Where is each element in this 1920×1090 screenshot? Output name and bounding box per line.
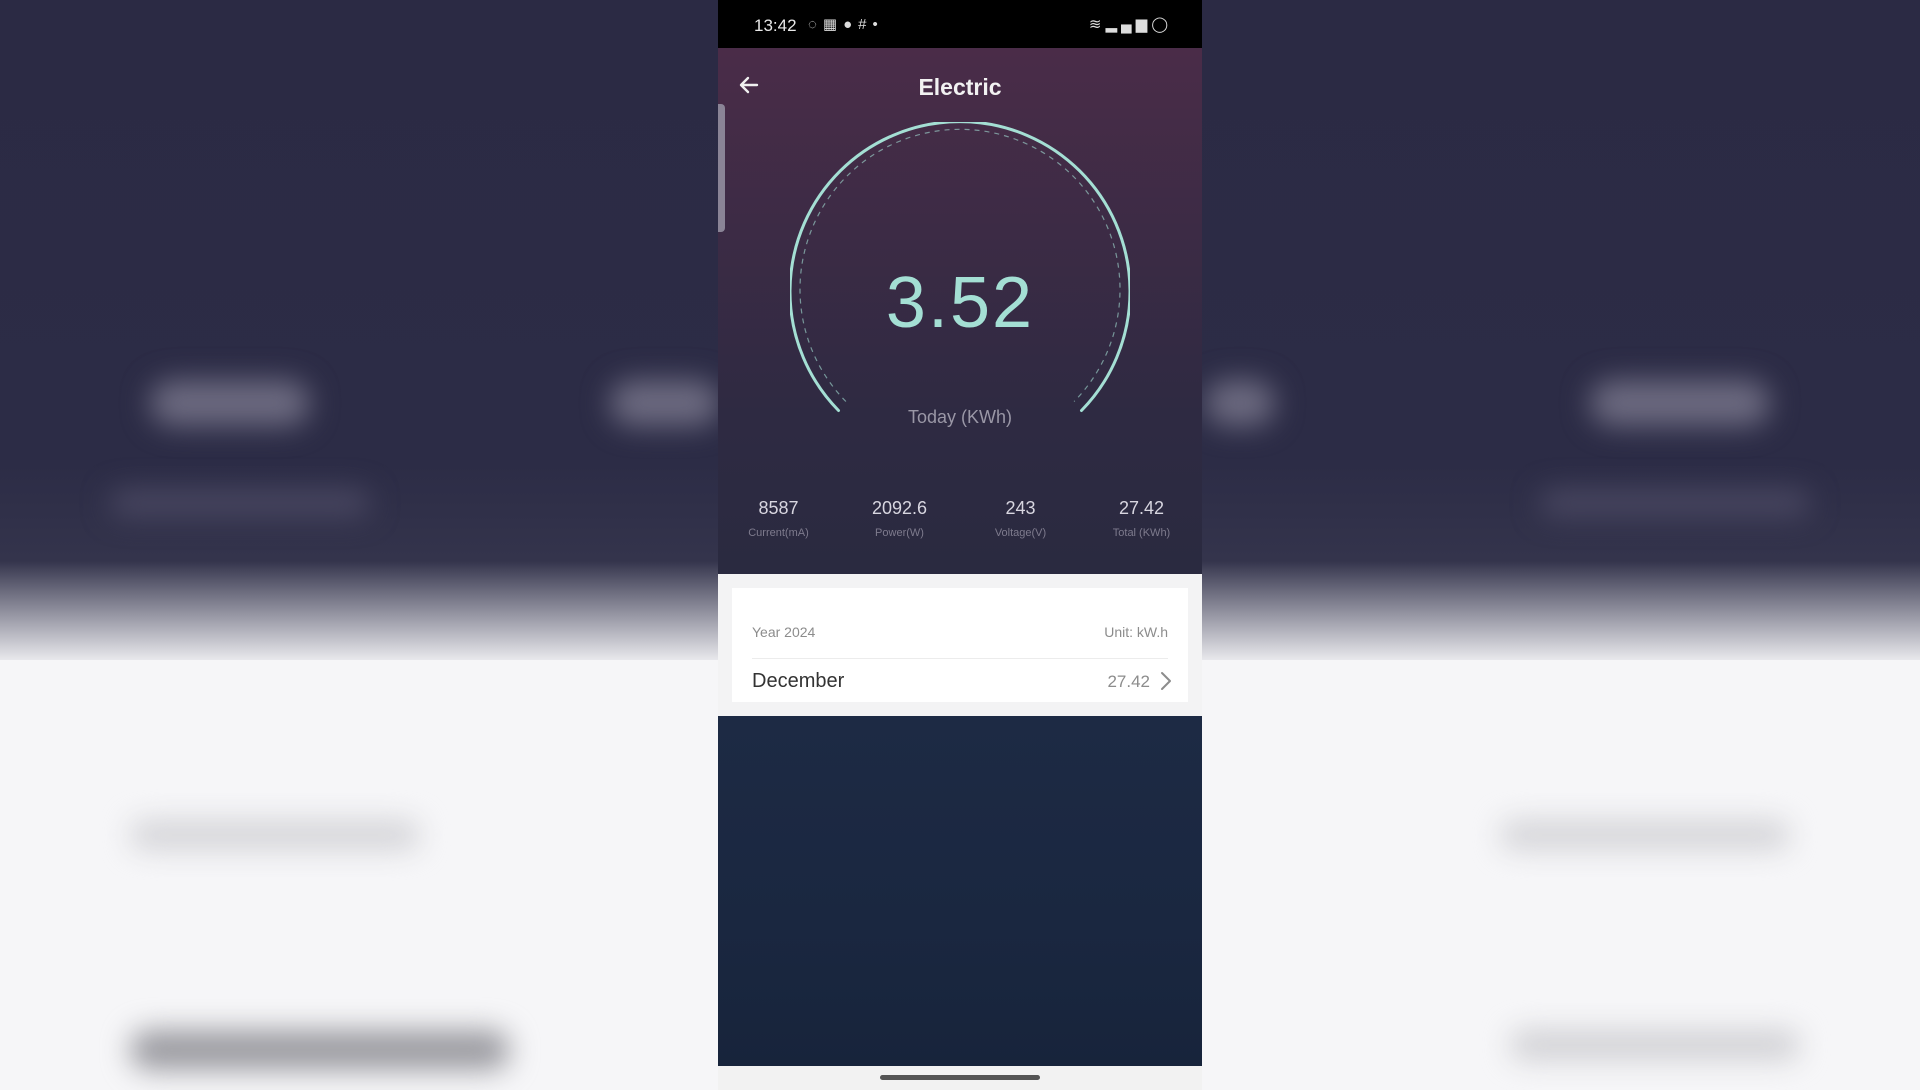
stat-label: Current(mA) (748, 527, 809, 539)
stat-current: 8587 Current(mA) (718, 498, 839, 539)
stat-value: 243 (1005, 498, 1036, 518)
gesture-nav-bar (718, 1066, 1202, 1090)
month-name: December (752, 670, 845, 692)
stat-label: Voltage(V) (994, 527, 1047, 539)
month-value: 27.42 (1107, 672, 1150, 691)
phone-screen: 13:42 ◌▦●#• ≋▂▄▆◯ Electric 3.52 Today (K… (718, 0, 1202, 1090)
background-blob (610, 380, 720, 426)
unit-label: Unit: kW.h (1104, 624, 1168, 640)
stat-value: 8587 (758, 498, 799, 518)
background-blob (1540, 490, 1810, 516)
year-label: Year 2024 (752, 624, 816, 640)
chevron-right-icon (1161, 672, 1171, 690)
background-blob (130, 820, 420, 850)
notification-icons: ◌▦●#• (808, 15, 884, 33)
background-blob (1500, 820, 1790, 850)
slack-icon: # (858, 16, 873, 33)
whatsapp-icon: ◌ (808, 16, 823, 33)
background-blob (1590, 380, 1770, 426)
stat-total: 27.42 Total (KWh) (1081, 498, 1202, 539)
battery-icon: ◯ (1151, 16, 1172, 33)
stats-row: 8587 Current(mA) 2092.6 Power(W) 243 Vol… (718, 498, 1202, 539)
month-row-december[interactable]: December 27.42 (732, 660, 1188, 702)
gauge-label: Today (KWh) (907, 407, 1013, 427)
stat-value: 2092.6 (871, 498, 928, 518)
stat-power: 2092.6 Power(W) (839, 498, 960, 539)
wifi-icon: ≋ (1088, 16, 1106, 33)
scroll-handle[interactable] (718, 104, 725, 232)
stat-label: Power(W) (875, 527, 924, 539)
history-card: Year 2024 Unit: kW.h December 27.42 (732, 588, 1188, 702)
background-blob (110, 490, 370, 516)
stat-label: Total (KWh) (1112, 527, 1171, 539)
signal-icon: ▂▄▆ (1105, 16, 1152, 33)
background-blob (150, 380, 310, 426)
page-title: Electric (918, 74, 1002, 100)
home-indicator[interactable] (880, 1075, 1040, 1080)
history-section: Year 2024 Unit: kW.h December 27.42 (718, 574, 1202, 716)
energy-hero: Electric 3.52 Today (KWh) 8587 Current(m… (718, 48, 1202, 574)
divider (752, 658, 1168, 659)
lower-panel (718, 716, 1202, 1066)
status-bar: 13:42 ◌▦●#• ≋▂▄▆◯ (718, 0, 1202, 48)
dot-icon: • (872, 16, 884, 33)
status-time: 13:42 (754, 16, 797, 35)
background-blob (1205, 380, 1275, 426)
stat-value: 27.42 (1118, 498, 1165, 518)
background-blob (1510, 1030, 1800, 1060)
system-icons: ≋▂▄▆◯ (1089, 15, 1172, 33)
stat-voltage: 243 Voltage(V) (960, 498, 1081, 539)
background-blob (130, 1030, 510, 1070)
gauge-value: 3.52 (885, 263, 1035, 343)
photos-icon: ▦ (822, 16, 844, 33)
chat-icon: ● (843, 16, 859, 33)
